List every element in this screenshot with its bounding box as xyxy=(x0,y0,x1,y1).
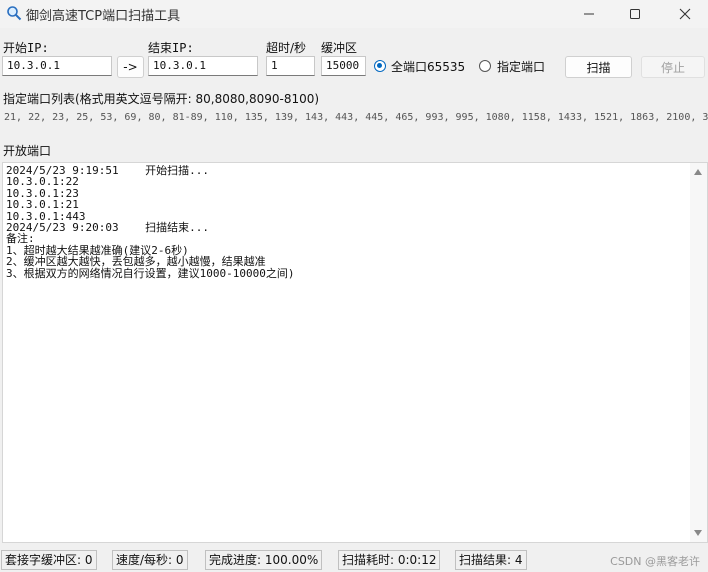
copy-ip-arrow-button[interactable]: -> xyxy=(117,56,144,78)
stop-button[interactable]: 停止 xyxy=(641,56,705,78)
minimize-icon xyxy=(584,13,594,15)
vertical-scrollbar[interactable] xyxy=(690,163,707,542)
buffer-label: 缓冲区 xyxy=(321,41,358,55)
scan-button[interactable]: 扫描 xyxy=(565,56,632,78)
title-bar: 御剑高速TCP端口扫描工具 xyxy=(0,0,708,28)
minimize-button[interactable] xyxy=(566,0,612,28)
radio-all-ports-label[interactable]: 全端口65535 xyxy=(391,58,465,75)
timeout-label: 超时/秒 xyxy=(266,41,307,55)
radio-specific-ports[interactable] xyxy=(479,60,491,72)
magnifier-icon xyxy=(7,6,22,21)
output-textarea[interactable]: 2024/5/23 9:19:51 开始扫描... 10.3.0.1:22 10… xyxy=(2,162,708,543)
scroll-down-icon[interactable] xyxy=(694,530,702,536)
window-title: 御剑高速TCP端口扫描工具 xyxy=(26,9,181,24)
status-speed: 速度/每秒: 0 xyxy=(112,550,188,570)
watermark: CSDN @黑客老许 xyxy=(610,555,700,568)
open-ports-label: 开放端口 xyxy=(3,144,52,158)
radio-specific-ports-label[interactable]: 指定端口 xyxy=(497,58,545,75)
output-text: 2024/5/23 9:19:51 开始扫描... 10.3.0.1:22 10… xyxy=(6,165,295,280)
radio-all-ports[interactable] xyxy=(374,60,386,72)
status-progress: 完成进度: 100.00% xyxy=(205,550,323,570)
maximize-icon xyxy=(630,9,640,19)
start-ip-input[interactable]: 10.3.0.1 xyxy=(2,56,112,76)
scroll-up-icon[interactable] xyxy=(694,169,702,175)
status-socket-buffer: 套接字缓冲区: 0 xyxy=(1,550,97,570)
port-list-label: 指定端口列表(格式用英文逗号隔开: 80,8080,8090-8100) xyxy=(3,92,320,106)
port-list-input[interactable]: 21, 22, 23, 25, 53, 69, 80, 81-89, 110, … xyxy=(4,112,708,123)
close-icon xyxy=(679,8,691,20)
start-ip-label: 开始IP: xyxy=(3,41,49,55)
status-results: 扫描结果: 4 xyxy=(455,550,527,570)
end-ip-label: 结束IP: xyxy=(148,41,194,55)
end-ip-input[interactable]: 10.3.0.1 xyxy=(148,56,258,76)
close-button[interactable] xyxy=(662,0,708,28)
buffer-input[interactable]: 15000 xyxy=(321,56,366,76)
status-elapsed: 扫描耗时: 0:0:12 xyxy=(338,550,441,570)
timeout-input[interactable]: 1 xyxy=(266,56,315,76)
maximize-button[interactable] xyxy=(612,0,658,28)
